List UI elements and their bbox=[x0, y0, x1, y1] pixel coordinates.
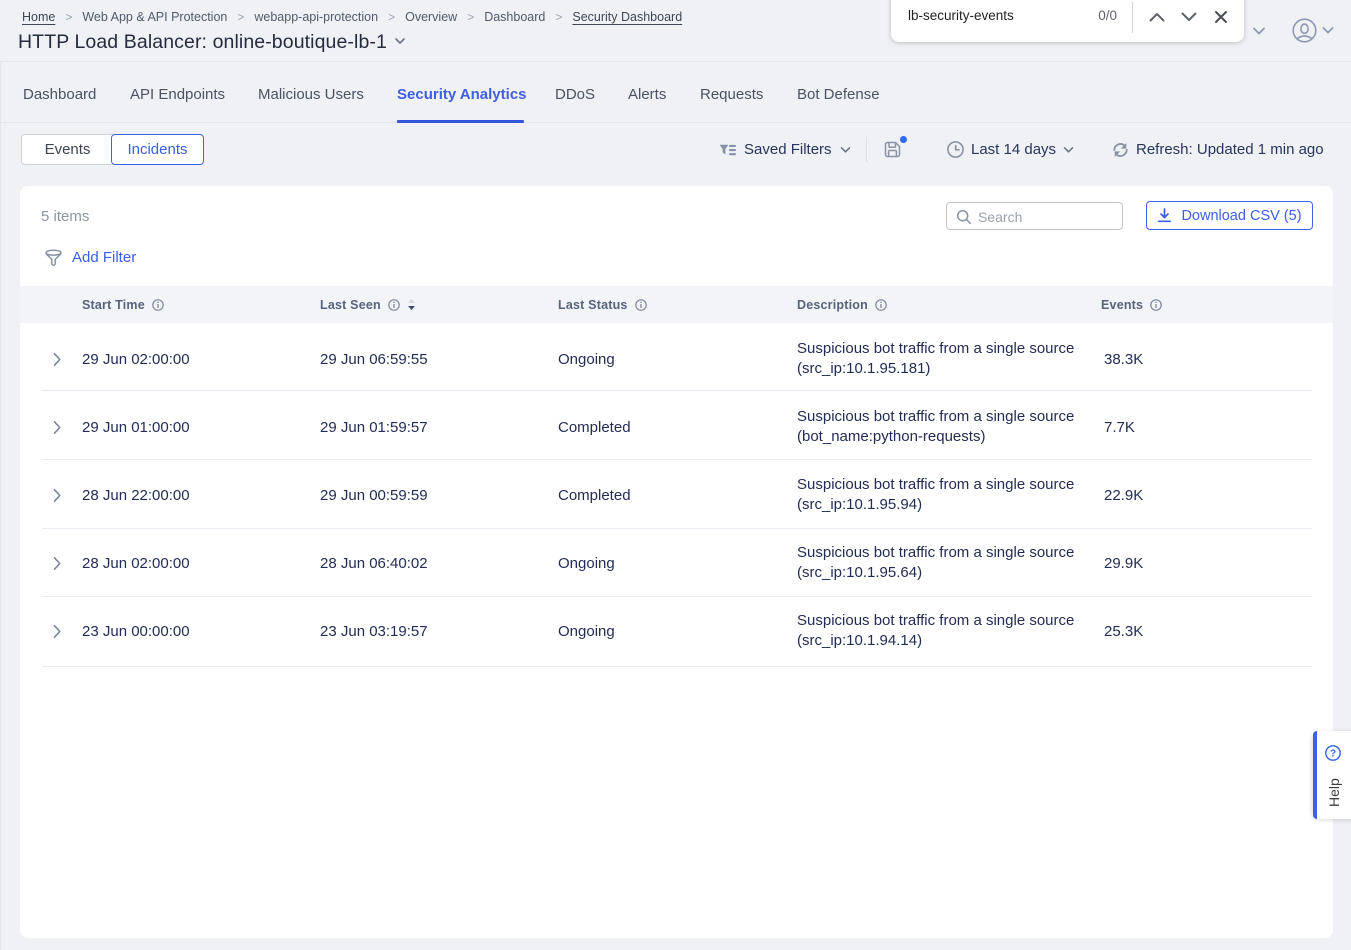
svg-text:?: ? bbox=[1330, 749, 1336, 760]
